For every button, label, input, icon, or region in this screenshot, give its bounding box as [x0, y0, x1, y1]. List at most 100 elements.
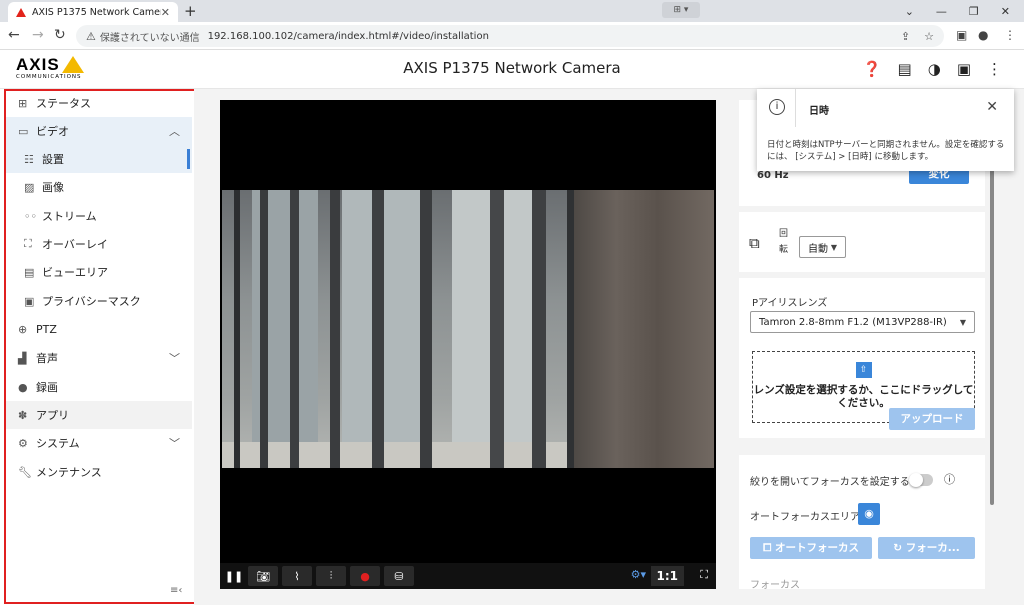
- browser-menu-icon[interactable]: ⋮: [1004, 28, 1016, 42]
- sidebar-item-label: システム: [36, 437, 80, 450]
- info-icon: i: [769, 99, 785, 115]
- adjust-icon[interactable]: ⫶: [316, 566, 346, 586]
- tab-list-icon[interactable]: ⌄: [905, 5, 914, 18]
- security-status[interactable]: 保護されていない通信: [100, 29, 200, 44]
- sidebar-item-view-area[interactable]: ▤ ビューエリア: [6, 258, 192, 286]
- new-tab-button[interactable]: +: [184, 2, 197, 20]
- install-icon: ☷: [24, 152, 34, 166]
- stream-icon: ◦◦: [24, 209, 37, 223]
- autofocus-icon: ⧠: [762, 542, 776, 554]
- af-area-label: オートフォーカスエリア: [750, 512, 860, 523]
- sidebar-item-system[interactable]: ⚙ システム ﹀: [6, 429, 192, 457]
- window-controls: ⌄ — ❐ ✕: [905, 0, 1024, 22]
- lens-value: Tamron 2.8-8mm F1.2 (M13VP288-IR): [759, 316, 947, 328]
- fullscreen-icon[interactable]: ⛶: [700, 568, 708, 582]
- rotate-label-2: 転: [779, 245, 789, 255]
- chevron-up-icon[interactable]: ︿: [169, 123, 180, 139]
- sidebar-item-install[interactable]: ☷ 設置: [6, 145, 192, 173]
- sidebar-item-label: ストリーム: [42, 210, 97, 223]
- focus-button[interactable]: ↻ フォーカ...: [878, 537, 975, 559]
- profile-avatar-icon[interactable]: ●: [978, 28, 988, 42]
- sidebar-item-maintenance[interactable]: 🔧︎ メンテナンス: [6, 458, 192, 486]
- ratio-button[interactable]: 1:1: [650, 566, 684, 586]
- url-input[interactable]: ⚠ 保護されていない通信 192.168.100.102/camera/inde…: [76, 25, 944, 47]
- sidepanel-icon[interactable]: ▣: [956, 28, 967, 42]
- chevron-down-icon[interactable]: ﹀: [169, 435, 180, 451]
- bookmark-star-icon[interactable]: ☆: [924, 30, 934, 43]
- dropdown-arrow-icon: ▼: [959, 317, 966, 327]
- tab-close-icon[interactable]: ✕: [161, 6, 170, 19]
- tab-search-icon[interactable]: ⊞ ▾: [662, 2, 700, 18]
- rotation-card: ⧉ 回 転 自動 ▼: [739, 212, 985, 272]
- sidebar-item-status[interactable]: ⊞ ステータス: [6, 89, 192, 117]
- back-icon[interactable]: ←: [8, 27, 20, 43]
- record-icon[interactable]: ●: [350, 566, 380, 586]
- info-icon[interactable]: ⓘ: [944, 471, 955, 487]
- sidebar-item-label: 録画: [36, 381, 58, 394]
- logo-triangle-icon: [61, 56, 84, 73]
- feedback-icon[interactable]: ▤: [898, 60, 912, 78]
- sidebar-item-stream[interactable]: ◦◦ ストリーム: [6, 202, 192, 230]
- reload-icon[interactable]: ↻: [54, 27, 66, 43]
- browser-tab[interactable]: AXIS P1375 Network Camera ✕: [8, 2, 178, 22]
- snapshot-icon[interactable]: 📷︎: [248, 566, 278, 586]
- lens-select[interactable]: Tamron 2.8-8mm F1.2 (M13VP288-IR) ▼: [750, 311, 975, 333]
- privacy-mask-icon: ▣: [24, 294, 35, 308]
- focus-open-toggle[interactable]: [909, 473, 933, 487]
- sidebar-item-ptz[interactable]: ⊕ PTZ: [6, 315, 192, 343]
- axis-logo[interactable]: AXIS COMMUNICATIONS: [16, 55, 84, 80]
- focus-open-label: 絞りを開いてフォーカスを設定する: [750, 477, 910, 488]
- upload-button[interactable]: アップロード: [889, 408, 975, 430]
- video-icon: ▭: [18, 124, 29, 138]
- sidebar-item-label: 設置: [42, 153, 64, 166]
- close-icon[interactable]: ✕: [986, 99, 998, 115]
- image-icon: ▨: [24, 180, 35, 194]
- iris-label: Pアイリスレンズ: [752, 298, 828, 309]
- camera-image: [222, 190, 714, 468]
- sidebar-item-label: プライバシーマスク: [42, 295, 141, 308]
- restore-icon[interactable]: ❐: [969, 5, 979, 18]
- share-icon[interactable]: ⇪: [901, 30, 910, 43]
- pause-icon[interactable]: ❚❚: [224, 566, 244, 586]
- notification-title: 日時: [809, 106, 829, 117]
- minimize-icon[interactable]: —: [936, 5, 947, 18]
- apps-icon: ✽: [18, 408, 28, 422]
- account-icon[interactable]: ▣: [957, 60, 971, 78]
- reset-icon: ↻: [893, 542, 906, 554]
- forward-icon[interactable]: →: [32, 27, 44, 43]
- sidebar-item-label: ビューエリア: [42, 266, 108, 279]
- sidebar-item-privacy-mask[interactable]: ▣ プライバシーマスク: [6, 287, 192, 315]
- collapse-sidebar-icon[interactable]: ≡‹: [170, 585, 182, 596]
- dropdown-arrow-icon: ▼: [830, 242, 837, 252]
- notification-message: 日付と時刻はNTPサーバーと同期されません。設定を確認するには、 [システム] …: [767, 140, 1005, 162]
- sidebar-item-apps[interactable]: ✽ アプリ: [6, 401, 192, 429]
- app-header: AXIS COMMUNICATIONS AXIS P1375 Network C…: [0, 51, 1024, 89]
- chevron-down-icon[interactable]: ﹀: [169, 350, 180, 366]
- sidebar-item-audio[interactable]: ▟ 音声 ﹀: [6, 344, 192, 372]
- autofocus-button[interactable]: ⧠ オートフォーカス: [750, 537, 872, 559]
- more-menu-icon[interactable]: ⋮: [987, 60, 1002, 78]
- settings-gear-icon[interactable]: ⚙▾: [631, 568, 646, 581]
- stats-icon[interactable]: ⌇: [282, 566, 312, 586]
- browser-address-bar: ← → ↻ ⚠ 保護されていない通信 192.168.100.102/camer…: [0, 22, 1024, 50]
- help-icon[interactable]: ❓: [863, 60, 882, 78]
- sidebar-item-recording[interactable]: ● 録画: [6, 373, 192, 401]
- panel-scrollbar[interactable]: [990, 119, 994, 505]
- sidebar-item-label: ステータス: [36, 97, 91, 110]
- sidebar-item-image[interactable]: ▨ 画像: [6, 173, 192, 201]
- close-window-icon[interactable]: ✕: [1001, 5, 1010, 18]
- sidebar-item-video[interactable]: ▭ ビデオ ︿: [6, 117, 192, 145]
- sidebar-item-overlay[interactable]: ⛶ オーバーレイ: [6, 230, 192, 258]
- sidebar-item-label: 画像: [42, 181, 64, 194]
- eye-off-icon[interactable]: ◉: [858, 503, 880, 525]
- warning-icon[interactable]: ⚠: [86, 30, 96, 43]
- axis-favicon-icon: [16, 7, 26, 17]
- url-text[interactable]: 192.168.100.102/camera/index.html#/video…: [208, 31, 489, 42]
- focus-section-label: フォーカス: [750, 580, 800, 591]
- sidebar-item-label: メンテナンス: [36, 466, 102, 479]
- contrast-icon[interactable]: ◑: [928, 60, 941, 78]
- system-icon: ⚙: [18, 436, 28, 450]
- storage-icon[interactable]: ⛁: [384, 566, 414, 586]
- video-player[interactable]: ❚❚ 📷︎ ⌇ ⫶ ● ⛁ ⚙▾ 1:1 ⛶: [220, 100, 716, 589]
- rotation-select[interactable]: 自動 ▼: [799, 236, 846, 258]
